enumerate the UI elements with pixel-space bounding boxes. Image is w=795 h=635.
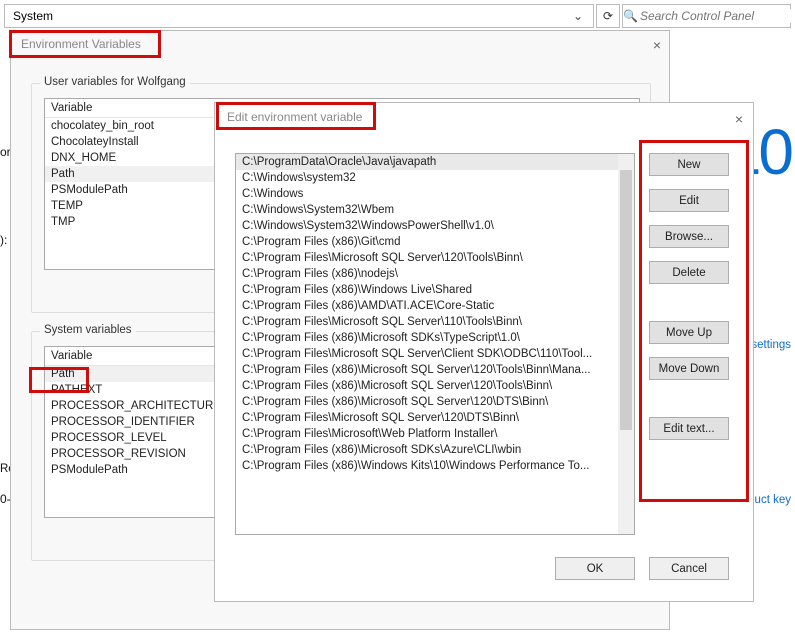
edit-button[interactable]: Edit: [649, 189, 729, 212]
dialog-title: Environment Variables: [11, 31, 669, 51]
scrollbar-thumb[interactable]: [620, 170, 632, 430]
list-item[interactable]: C:\Program Files (x86)\Microsoft SQL Ser…: [236, 378, 634, 394]
group-legend: User variables for Wolfgang: [40, 76, 190, 88]
list-item[interactable]: C:\Program Files\Microsoft\Web Platform …: [236, 426, 634, 442]
list-item[interactable]: C:\Program Files\Microsoft SQL Server\12…: [236, 410, 634, 426]
list-item[interactable]: C:\Program Files (x86)\Windows Kits\10\W…: [236, 458, 634, 474]
close-button[interactable]: ×: [653, 37, 661, 53]
list-item[interactable]: C:\Program Files\Microsoft SQL Server\Cl…: [236, 346, 634, 362]
ok-button[interactable]: OK: [555, 557, 635, 580]
list-item[interactable]: C:\Program Files\Microsoft SQL Server\12…: [236, 250, 634, 266]
move-down-button[interactable]: Move Down: [649, 357, 729, 380]
list-item[interactable]: C:\Program Files (x86)\nodejs\: [236, 266, 634, 282]
path-values-list[interactable]: C:\ProgramData\Oracle\Java\javapathC:\Wi…: [235, 153, 635, 535]
scrollbar[interactable]: [618, 154, 634, 534]
browse-button[interactable]: Browse...: [649, 225, 729, 248]
list-item[interactable]: C:\ProgramData\Oracle\Java\javapath: [236, 154, 634, 170]
group-legend: System variables: [40, 324, 136, 336]
list-item[interactable]: C:\Windows: [236, 186, 634, 202]
cancel-button[interactable]: Cancel: [649, 557, 729, 580]
search-icon: 🔍: [623, 9, 638, 23]
refresh-icon: ⟳: [603, 9, 613, 23]
breadcrumb-input[interactable]: [11, 8, 569, 24]
new-button[interactable]: New: [649, 153, 729, 176]
dialog-title: Edit environment variable: [215, 103, 753, 124]
move-up-button[interactable]: Move Up: [649, 321, 729, 344]
list-item[interactable]: C:\Windows\system32: [236, 170, 634, 186]
list-item[interactable]: C:\Program Files (x86)\Microsoft SDKs\Az…: [236, 442, 634, 458]
list-item[interactable]: C:\Program Files (x86)\Microsoft SQL Ser…: [236, 362, 634, 378]
search-input[interactable]: [638, 9, 795, 23]
delete-button[interactable]: Delete: [649, 261, 729, 284]
list-item[interactable]: C:\Windows\System32\Wbem: [236, 202, 634, 218]
list-item[interactable]: C:\Program Files\Microsoft SQL Server\11…: [236, 314, 634, 330]
search-box[interactable]: 🔍: [622, 4, 791, 28]
breadcrumb[interactable]: ⌄: [4, 4, 594, 28]
list-item[interactable]: C:\Program Files (x86)\Microsoft SDKs\Ty…: [236, 330, 634, 346]
list-item[interactable]: C:\Program Files (x86)\Microsoft SQL Ser…: [236, 394, 634, 410]
edit-env-variable-dialog: Edit environment variable × C:\ProgramDa…: [214, 102, 754, 602]
refresh-button[interactable]: ⟳: [596, 4, 620, 28]
list-item[interactable]: C:\Program Files (x86)\Git\cmd: [236, 234, 634, 250]
list-item[interactable]: C:\Windows\System32\WindowsPowerShell\v1…: [236, 218, 634, 234]
edge-text: ):: [0, 233, 7, 247]
close-button[interactable]: ×: [735, 111, 743, 127]
chevron-down-icon[interactable]: ⌄: [569, 9, 587, 23]
list-item[interactable]: C:\Program Files (x86)\Windows Live\Shar…: [236, 282, 634, 298]
list-item[interactable]: C:\Program Files (x86)\AMD\ATI.ACE\Core-…: [236, 298, 634, 314]
edit-text-button[interactable]: Edit text...: [649, 417, 729, 440]
